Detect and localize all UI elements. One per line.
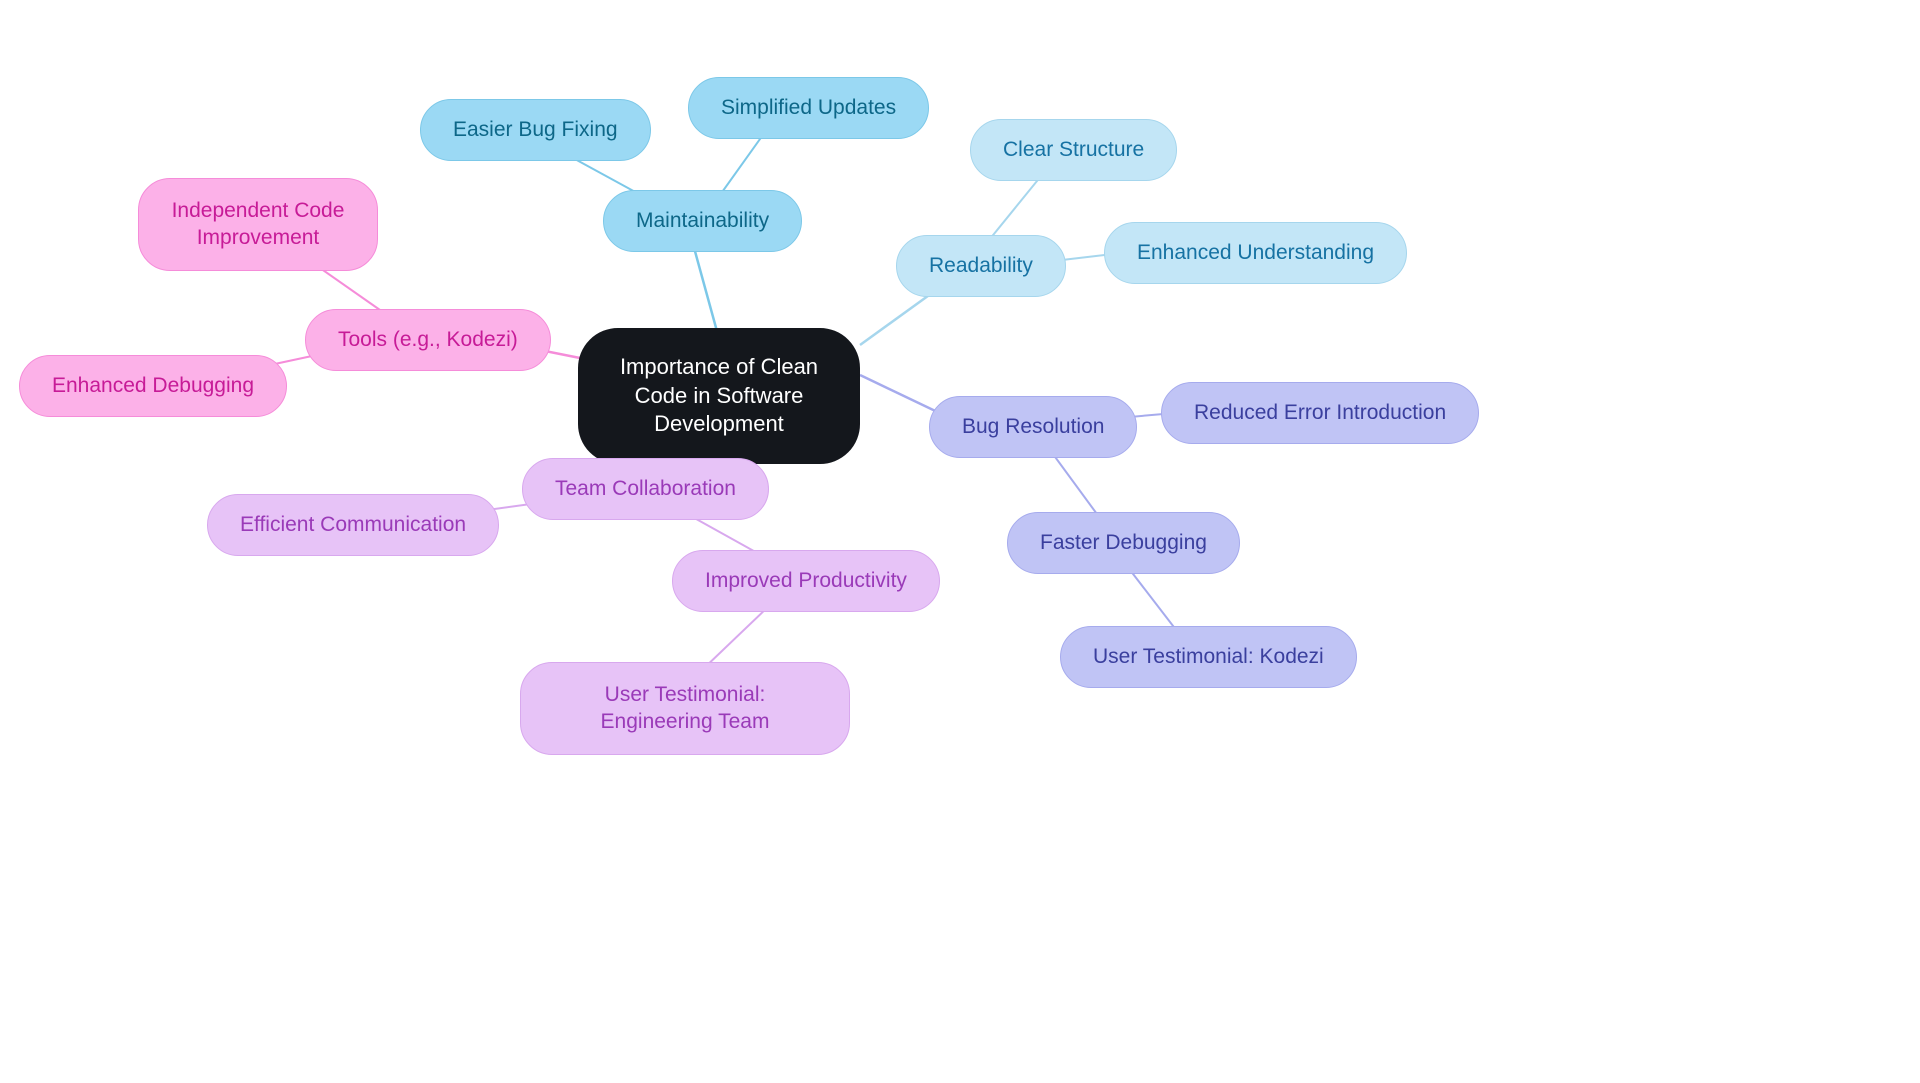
readability-label: Readability bbox=[929, 254, 1033, 278]
enhanced-debugging-label: Enhanced Debugging bbox=[52, 374, 254, 398]
improved-productivity-label: Improved Productivity bbox=[705, 569, 907, 593]
easier-bug-fixing-label: Easier Bug Fixing bbox=[453, 118, 618, 142]
leaf-testimonial-kodezi: User Testimonial: Kodezi bbox=[1060, 626, 1357, 688]
leaf-testimonial-team: User Testimonial: Engineering Team bbox=[520, 662, 850, 755]
branch-team-collaboration: Team Collaboration bbox=[522, 458, 769, 520]
reduced-error-label: Reduced Error Introduction bbox=[1194, 401, 1446, 425]
clear-structure-label: Clear Structure bbox=[1003, 138, 1144, 162]
branch-tools: Tools (e.g., Kodezi) bbox=[305, 309, 551, 371]
bug-resolution-label: Bug Resolution bbox=[962, 415, 1104, 439]
simplified-updates-label: Simplified Updates bbox=[721, 96, 896, 120]
maintainability-label: Maintainability bbox=[636, 209, 769, 233]
leaf-efficient-communication: Efficient Communication bbox=[207, 494, 499, 556]
independent-improvement-label: Independent Code Improvement bbox=[171, 197, 345, 252]
leaf-improved-productivity: Improved Productivity bbox=[672, 550, 940, 612]
testimonial-team-label: User Testimonial: Engineering Team bbox=[553, 681, 817, 736]
branch-maintainability: Maintainability bbox=[603, 190, 802, 252]
leaf-clear-structure: Clear Structure bbox=[970, 119, 1177, 181]
leaf-enhanced-understanding: Enhanced Understanding bbox=[1104, 222, 1407, 284]
leaf-easier-bug-fixing: Easier Bug Fixing bbox=[420, 99, 651, 161]
team-collaboration-label: Team Collaboration bbox=[555, 477, 736, 501]
central-node: Importance of Clean Code in Software Dev… bbox=[578, 328, 860, 464]
branch-readability: Readability bbox=[896, 235, 1066, 297]
faster-debugging-label: Faster Debugging bbox=[1040, 531, 1207, 555]
leaf-reduced-error: Reduced Error Introduction bbox=[1161, 382, 1479, 444]
tools-label: Tools (e.g., Kodezi) bbox=[338, 328, 518, 352]
leaf-faster-debugging: Faster Debugging bbox=[1007, 512, 1240, 574]
efficient-communication-label: Efficient Communication bbox=[240, 513, 466, 537]
testimonial-kodezi-label: User Testimonial: Kodezi bbox=[1093, 645, 1324, 669]
leaf-simplified-updates: Simplified Updates bbox=[688, 77, 929, 139]
enhanced-understanding-label: Enhanced Understanding bbox=[1137, 241, 1374, 265]
leaf-enhanced-debugging: Enhanced Debugging bbox=[19, 355, 287, 417]
central-label: Importance of Clean Code in Software Dev… bbox=[615, 353, 823, 439]
branch-bug-resolution: Bug Resolution bbox=[929, 396, 1137, 458]
leaf-independent-improvement: Independent Code Improvement bbox=[138, 178, 378, 271]
